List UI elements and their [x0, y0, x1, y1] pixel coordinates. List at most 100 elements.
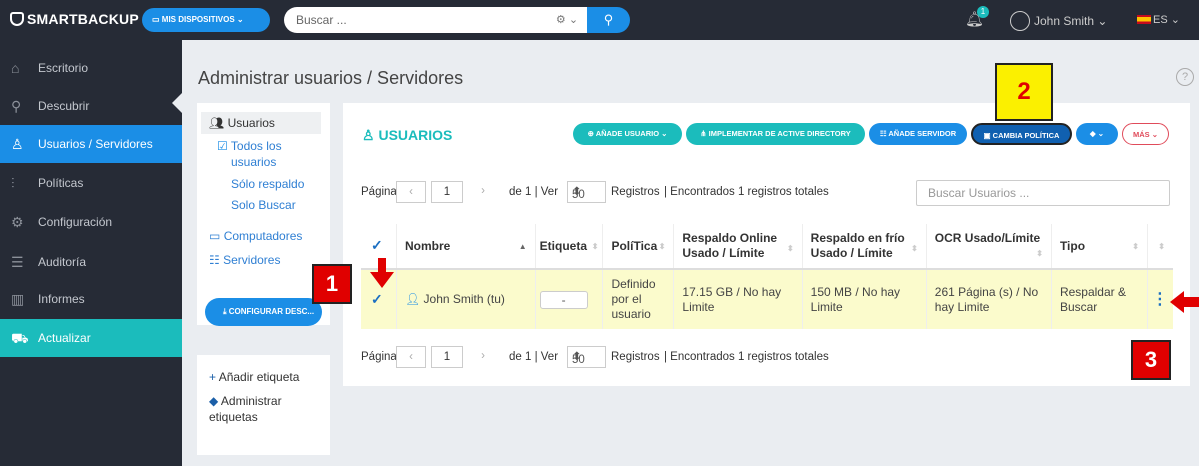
users-section-title: ♙ USUARIOS [362, 127, 453, 143]
per-page-select[interactable]: 50 ⬍ [567, 181, 606, 203]
language-selector[interactable]: ES ⌄ [1137, 13, 1180, 26]
sort-icon: ⬍ [786, 244, 794, 253]
help-icon[interactable]: ? [1176, 68, 1194, 86]
list-icon: ☰ [11, 254, 24, 270]
change-policy-button[interactable]: ▣ CAMBIA POLÍTICA [971, 123, 1072, 145]
filter-all-users[interactable]: ☑ Todos los [217, 139, 282, 154]
per-page-select[interactable]: 50 ⬍ [567, 346, 606, 368]
sort-icon: ⬍ [591, 241, 599, 251]
annotation-marker-2: 2 [995, 63, 1053, 121]
col-respaldo-online[interactable]: ⬍ Respaldo Online Usado / Límite [673, 224, 803, 270]
sidebar-item-informes[interactable]: ▥ Informes [0, 280, 182, 318]
top-bar: SMARTBACKUP ▭ MIS DISPOSITIVOS ⌄ Buscar … [0, 0, 1199, 40]
col-nombre[interactable]: Nombre ▲ [396, 224, 536, 270]
filter-panel [197, 103, 330, 325]
pager-next-button[interactable]: › [468, 181, 498, 203]
users-icon: ♙ [362, 127, 375, 143]
pager-page-input[interactable]: 1 [431, 181, 463, 203]
gear-icon: ⚙ [11, 214, 24, 230]
more-vertical-icon[interactable]: ⋮ [1152, 291, 1168, 308]
search-button[interactable]: ⚲ [587, 7, 630, 33]
sidebar: ⌂ Escritorio ⚲ Descubrir ♙ Usuarios / Servi… [0, 40, 182, 466]
tag-dropdown-button[interactable]: ◆ ⌄ [1076, 123, 1118, 145]
checkmark-icon: ✓ [371, 237, 383, 253]
sidebar-item-usuarios-servidores[interactable]: ♙ Usuarios / Servidores [0, 125, 182, 163]
pager-next-button[interactable]: › [468, 346, 498, 368]
pager-prev-button[interactable]: ‹ [396, 181, 426, 203]
pager-bottom: Página ‹ 1 › de 1 | Ver 50 ⬍ Registros |… [361, 344, 841, 370]
filter-servers[interactable]: ☷ Servidores [209, 253, 280, 268]
sidebar-item-actualizar[interactable]: ⛟ Actualizar [0, 319, 182, 357]
row-ocr: 261 Página (s) / No hay Limite [926, 269, 1052, 329]
configure-download-button[interactable]: ⤓ CONFIGURAR DESC... [205, 298, 322, 326]
row-tag: - [535, 269, 604, 329]
sort-icon: ⬍ [658, 241, 666, 251]
tag-select-button[interactable]: - [539, 290, 588, 309]
cart-icon: ⛟ [11, 330, 29, 346]
laptop-icon: ▭ [209, 229, 221, 243]
users-icon: ♙ [11, 136, 24, 152]
pager-page-input[interactable]: 1 [431, 346, 463, 368]
active-directory-button[interactable]: ⋔ IMPLEMENTAR DE ACTIVE DIRECTORY [686, 123, 865, 145]
sidebar-item-politicas[interactable]: ⫶ Políticas [0, 164, 182, 202]
manage-tags-link[interactable]: ◆ Administrar [209, 394, 282, 409]
sort-icon: ⬍ [1132, 241, 1139, 251]
col-etiqueta[interactable]: Etiqueta ⬍ [535, 224, 604, 270]
annotation-marker-3: 3 [1131, 340, 1171, 380]
sliders-icon: ⫶ [11, 175, 15, 191]
app-logo[interactable]: SMARTBACKUP [10, 11, 139, 27]
user-icon: 👤︎ [404, 292, 421, 306]
spain-flag-icon [1137, 15, 1151, 24]
manage-tags-link-line2[interactable]: etiquetas [209, 410, 258, 425]
sidebar-item-configuracion[interactable]: ⚙ Configuración [0, 203, 182, 241]
filter-computers[interactable]: ▭ Computadores [209, 229, 302, 244]
col-tipo[interactable]: Tipo ⬍ [1051, 224, 1148, 270]
sidebar-item-descubrir[interactable]: ⚲ Descubrir [0, 87, 182, 125]
col-politica[interactable]: PolíTica ⬍ [602, 224, 675, 270]
sidebar-item-auditoria[interactable]: ☰ Auditoría [0, 243, 182, 281]
pager-page-label: Página [361, 351, 397, 363]
pager-records-label: Registros [611, 186, 660, 198]
active-item-pointer [172, 93, 182, 113]
row-policy: Definido por el usuario [602, 269, 675, 329]
add-user-button[interactable]: ⊕ AÑADE USUARIO ⌄ [573, 123, 682, 145]
row-online-backup: 17.15 GB / No hay Limite [673, 269, 803, 329]
my-devices-button[interactable]: ▭ MIS DISPOSITIVOS ⌄ [142, 8, 270, 32]
server-icon: ☷ [209, 253, 220, 267]
add-server-button[interactable]: ☷ AÑADE SERVIDOR [869, 123, 967, 145]
annotation-marker-1: 1 [312, 264, 352, 304]
col-respaldo-frio[interactable]: ⬍ Respaldo en frío Usado / Límite [802, 224, 927, 270]
global-search-input[interactable]: Buscar ... [284, 7, 547, 33]
row-name[interactable]: 👤︎ John Smith (tu) [396, 269, 536, 329]
tags-icon: ◆ [209, 394, 219, 408]
checkmark-icon: ✓ [371, 290, 383, 307]
user-menu[interactable]: John Smith ⌄ [1010, 11, 1107, 31]
add-tag-link[interactable]: + Añadir etiqueta [209, 370, 299, 385]
filter-all-users-line2[interactable]: usuarios [231, 155, 276, 170]
pager-page-label: Página [361, 186, 397, 198]
pager-of-label: de 1 | Ver [509, 351, 559, 363]
users-filter-heading[interactable]: 👥︎ Usuarios [209, 116, 275, 131]
sort-icon: ⬍ [1036, 249, 1043, 258]
pager-prev-button[interactable]: ‹ [396, 346, 426, 368]
tag-icon: ◆ [1089, 129, 1096, 138]
user-search-input[interactable]: Buscar Usuarios ... [916, 180, 1170, 206]
pager-records-label: Registros [611, 351, 660, 363]
checkbox-checked-icon: ☑ [217, 139, 228, 153]
sort-icon: ⬍ [1158, 241, 1165, 251]
more-button[interactable]: MÁS ⌄ [1122, 123, 1169, 145]
filter-search-only[interactable]: Solo Buscar [231, 198, 296, 213]
bar-chart-icon: ▥ [11, 291, 25, 307]
col-ocr[interactable]: OCR Usado/Límite ⬍ [926, 224, 1052, 270]
table-row[interactable]: ✓ 👤︎ John Smith (tu) - Definido por el u… [361, 269, 1173, 329]
sort-icon: ⬍ [911, 244, 918, 253]
search-icon: ⚲ [11, 98, 22, 114]
row-cold-backup: 150 MB / No hay Limite [802, 269, 927, 329]
pager-of-label: de 1 | Ver [509, 186, 559, 198]
search-settings-gear-icon[interactable]: ⚙ ⌄ [547, 7, 587, 33]
avatar-icon [1010, 11, 1030, 31]
row-type: Respaldar & Buscar [1051, 269, 1148, 329]
pager-found-count: | Encontrados 1 registros totales [664, 351, 829, 363]
sidebar-item-escritorio[interactable]: ⌂ Escritorio [0, 49, 182, 87]
filter-backup-only[interactable]: Sólo respaldo [231, 177, 304, 192]
